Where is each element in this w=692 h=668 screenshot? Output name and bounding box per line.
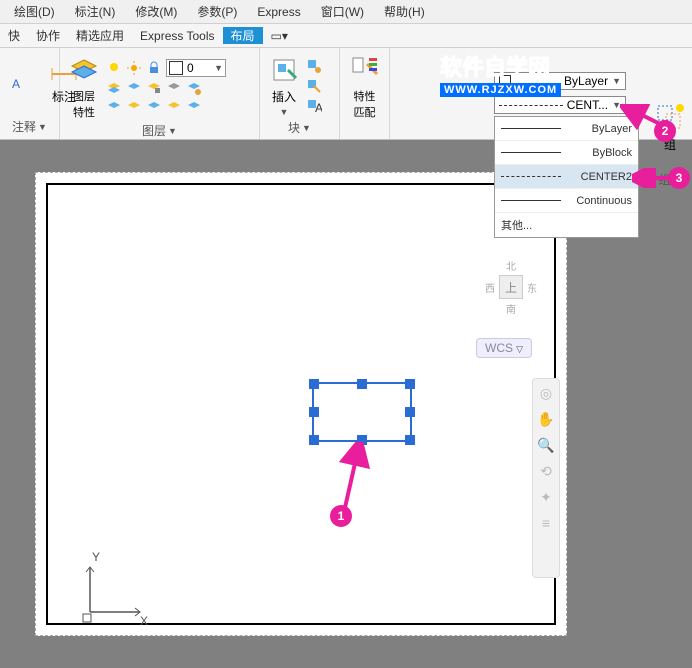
- layer-prev-icon[interactable]: [126, 99, 142, 115]
- layer-dropdown[interactable]: 0▼: [166, 59, 226, 77]
- menu-modify[interactable]: 修改(M): [125, 3, 187, 20]
- dropdown-icon[interactable]: ▼: [168, 126, 177, 136]
- nav-more-icon[interactable]: ≡: [537, 515, 555, 533]
- text-button[interactable]: A: [6, 62, 42, 98]
- layer-match-icon[interactable]: [106, 99, 122, 115]
- grip-handle[interactable]: [405, 435, 415, 445]
- block-panel-label: 块: [288, 119, 300, 136]
- nav-wheel-icon[interactable]: ◎: [537, 385, 555, 403]
- menu-annotate[interactable]: 标注(N): [65, 3, 126, 20]
- paper-space: [46, 183, 556, 625]
- layer-change-icon[interactable]: [166, 99, 182, 115]
- menu-bar: 绘图(D) 标注(N) 修改(M) 参数(P) Express 窗口(W) 帮助…: [0, 0, 692, 24]
- ucs-y-label: Y: [92, 550, 100, 564]
- block-attr-icon[interactable]: A: [306, 98, 322, 114]
- svg-text:A: A: [12, 77, 20, 91]
- dropdown-icon[interactable]: ▼: [38, 122, 47, 132]
- grip-handle[interactable]: [309, 379, 319, 389]
- block-edit-icon[interactable]: [306, 78, 322, 94]
- tab-layout[interactable]: 布局: [223, 27, 263, 44]
- tab-express-tools[interactable]: Express Tools: [132, 29, 222, 43]
- layer-off-icon[interactable]: [166, 80, 182, 96]
- viewcube-top-face[interactable]: 上: [499, 275, 523, 299]
- linetype-dropdown-list: ByLayer ByBlock CENTER2 Continuous 其他...: [494, 116, 639, 238]
- selected-rectangle[interactable]: [312, 382, 412, 442]
- linetype-option-other[interactable]: 其他...: [495, 213, 638, 237]
- layer-lock-icon[interactable]: [146, 80, 162, 96]
- insert-label: 插入: [272, 88, 296, 105]
- block-create-icon[interactable]: [306, 58, 322, 74]
- menu-help[interactable]: 帮助(H): [374, 3, 435, 20]
- menu-express[interactable]: Express: [247, 5, 310, 19]
- tab-quick[interactable]: 快: [0, 27, 28, 44]
- tab-overflow-icon[interactable]: ▭▾: [263, 29, 296, 43]
- menu-draw[interactable]: 绘图(D): [4, 3, 65, 20]
- grip-handle[interactable]: [357, 379, 367, 389]
- color-dropdown[interactable]: ByLayer▼: [494, 72, 626, 90]
- menu-window[interactable]: 窗口(W): [311, 3, 374, 20]
- menu-param[interactable]: 参数(P): [187, 3, 247, 20]
- nav-orbit-icon[interactable]: ⟲: [537, 463, 555, 481]
- sun-icon[interactable]: [126, 60, 142, 76]
- wcs-dropdown[interactable]: WCS ▽: [476, 338, 532, 358]
- svg-text:A: A: [315, 101, 322, 114]
- tab-select[interactable]: 精选应用: [68, 27, 132, 44]
- annotation-marker-1: 1: [330, 505, 352, 527]
- navigation-bar: ◎ ✋ 🔍 ⟲ ✦ ≡: [532, 378, 560, 578]
- nav-zoom-icon[interactable]: 🔍: [537, 437, 555, 455]
- tab-bar: 快 协作 精选应用 Express Tools 布局 ▭▾: [0, 24, 692, 48]
- grip-handle[interactable]: [405, 379, 415, 389]
- linetype-current-dropdown[interactable]: CENT...▼: [494, 96, 626, 114]
- lock-icon[interactable]: [146, 60, 162, 76]
- layer-properties-button[interactable]: 图层 特性: [66, 52, 102, 122]
- grip-handle[interactable]: [309, 407, 319, 417]
- layer-states-icon[interactable]: [106, 80, 122, 96]
- bulb-on-icon[interactable]: [106, 60, 122, 76]
- insert-button[interactable]: 插入 ▼: [266, 52, 302, 119]
- match-properties-button[interactable]: 特性 匹配: [346, 52, 383, 122]
- layer-merge-icon[interactable]: [186, 99, 202, 115]
- grip-handle[interactable]: [405, 407, 415, 417]
- annotation-marker-3: 3: [668, 167, 690, 189]
- layer-walk-icon[interactable]: [146, 99, 162, 115]
- linetype-option-continuous[interactable]: Continuous: [495, 189, 638, 213]
- dropdown-icon[interactable]: ▼: [302, 123, 311, 133]
- annotate-panel-label: 注释: [12, 118, 36, 135]
- ucs-x-label: X: [140, 614, 148, 628]
- linetype-option-byblock[interactable]: ByBlock: [495, 141, 638, 165]
- tab-collab[interactable]: 协作: [28, 27, 68, 44]
- linetype-option-bylayer[interactable]: ByLayer: [495, 117, 638, 141]
- view-cube[interactable]: 北 西 上 东 南: [485, 258, 537, 316]
- annotation-marker-2: 2: [654, 120, 676, 142]
- layer-panel-label: 图层: [142, 122, 166, 139]
- grip-handle[interactable]: [309, 435, 319, 445]
- nav-compass-icon[interactable]: ✦: [537, 489, 555, 507]
- layer-freeze-icon[interactable]: [126, 80, 142, 96]
- layer-iso-icon[interactable]: [186, 80, 202, 96]
- match-props-label: 特性 匹配: [354, 88, 376, 120]
- layer-props-label: 图层 特性: [73, 88, 95, 120]
- linetype-option-center2[interactable]: CENTER2: [495, 165, 638, 189]
- nav-pan-icon[interactable]: ✋: [537, 411, 555, 429]
